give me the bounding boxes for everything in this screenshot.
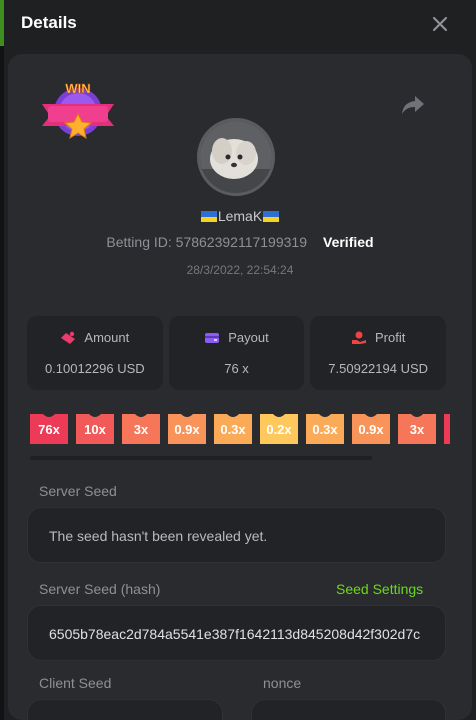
amount-label: Amount bbox=[84, 330, 130, 345]
betting-id: Betting ID: 57862392117199319 bbox=[106, 234, 307, 250]
ukraine-flag-icon bbox=[200, 211, 217, 222]
multiplier-chip: 0.9x bbox=[352, 414, 390, 444]
server-seed-hash-field[interactable]: 6505b78eac2d784a5541e387f1642113d845208d… bbox=[27, 605, 446, 661]
modal-header: Details bbox=[4, 0, 476, 50]
multiplier-label: 0.2x bbox=[266, 422, 292, 437]
multiplier-label: 10x bbox=[84, 422, 106, 437]
details-panel: WIN LemaK Betting ID: 57862392117199319 … bbox=[8, 54, 472, 720]
stat-payout: Payout 76 x bbox=[168, 316, 305, 390]
betting-id-row: Betting ID: 57862392117199319 Verified bbox=[8, 234, 472, 250]
share-icon[interactable] bbox=[400, 94, 426, 116]
verified-label: Verified bbox=[323, 234, 374, 250]
server-seed-hash-label: Server Seed (hash) bbox=[39, 581, 161, 597]
multiplier-label: 0.3x bbox=[220, 422, 246, 437]
multiplier-label: 0.9x bbox=[358, 422, 384, 437]
multiplier-label: 0.9x bbox=[174, 422, 200, 437]
multiplier-chip: 0.2x bbox=[260, 414, 298, 444]
details-modal: Details WIN LemaK Betting ID: 5786239211… bbox=[4, 0, 476, 720]
multiplier-label: 10x bbox=[444, 422, 450, 437]
multiplier-scrollbar[interactable] bbox=[30, 456, 372, 460]
multiplier-chip: 3x bbox=[122, 414, 160, 444]
multiplier-chip: 76x bbox=[30, 414, 68, 444]
seed-settings-link[interactable]: Seed Settings bbox=[336, 581, 423, 597]
badge-text: WIN bbox=[65, 81, 90, 96]
multiplier-label: 0.3x bbox=[312, 422, 338, 437]
multiplier-chip: 10x bbox=[76, 414, 114, 444]
multiplier-chip: 3x bbox=[398, 414, 436, 444]
multiplier-chip: 0.3x bbox=[306, 414, 344, 444]
multiplier-label: 3x bbox=[409, 422, 425, 437]
amount-value: 0.10012296 USD bbox=[44, 361, 145, 376]
stats-row: Amount 0.10012296 USD Payout 76 x Profit… bbox=[27, 316, 447, 390]
close-icon[interactable] bbox=[428, 12, 452, 36]
bet-date: 28/3/2022, 22:54:24 bbox=[186, 263, 294, 277]
multiplier-chip: 0.9x bbox=[168, 414, 206, 444]
stat-amount: Amount 0.10012296 USD bbox=[27, 316, 163, 390]
username-text: LemaK bbox=[217, 208, 263, 224]
payout-label: Payout bbox=[228, 330, 269, 345]
ukraine-flag-icon bbox=[263, 211, 280, 222]
server-seed-hash-value[interactable]: 6505b78eac2d784a5541e387f1642113d845208d… bbox=[49, 626, 420, 642]
amount-icon bbox=[61, 331, 76, 344]
multiplier-chip: 0.3x bbox=[214, 414, 252, 444]
multiplier-label: 3x bbox=[133, 422, 149, 437]
multiplier-strip[interactable]: 76x 10x 3x 0.9x 0.3x 0.2x 0.3x 0.9x 3x 10x bbox=[30, 414, 450, 446]
profit-label: Profit bbox=[375, 330, 406, 345]
stat-profit: Profit 7.50922194 USD bbox=[310, 316, 447, 390]
win-badge: WIN bbox=[40, 80, 116, 140]
profit-value: 7.50922194 USD bbox=[328, 361, 429, 376]
profit-icon bbox=[352, 331, 366, 344]
username: LemaK bbox=[8, 208, 472, 224]
client-seed-label: Client Seed bbox=[39, 675, 112, 691]
nonce-field[interactable] bbox=[251, 699, 446, 720]
modal-title: Details bbox=[21, 13, 77, 32]
server-seed-field: The seed hasn't been revealed yet. bbox=[27, 507, 446, 563]
server-seed-label: Server Seed bbox=[39, 483, 117, 499]
wallet-icon bbox=[205, 332, 220, 343]
multiplier-label: 76x bbox=[38, 422, 60, 437]
avatar bbox=[197, 118, 275, 196]
payout-value: 76 x bbox=[224, 361, 249, 376]
client-seed-field[interactable] bbox=[27, 699, 223, 720]
nonce-label: nonce bbox=[263, 675, 302, 691]
multiplier-chip: 10x bbox=[444, 414, 450, 444]
server-seed-value: The seed hasn't been revealed yet. bbox=[49, 528, 268, 544]
